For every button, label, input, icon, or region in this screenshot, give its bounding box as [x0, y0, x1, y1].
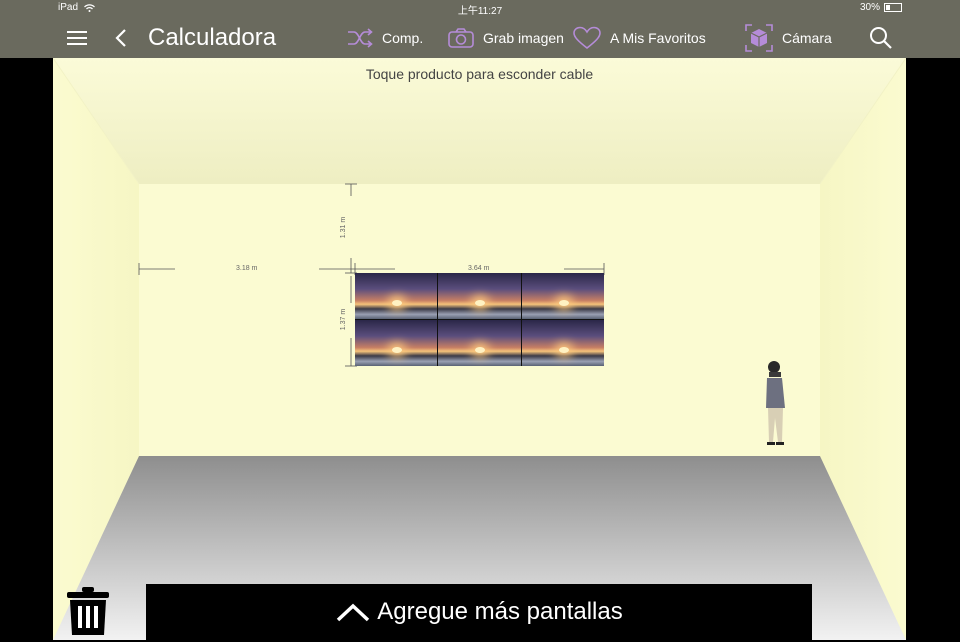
camera-ar-button[interactable]: Cámara	[744, 17, 832, 58]
camera-icon	[448, 27, 474, 48]
add-screens-label: Agregue más pantallas	[377, 598, 623, 625]
capture-button[interactable]: Grab imagen	[447, 17, 564, 58]
camera-label: Cámara	[782, 29, 832, 46]
display-panel[interactable]	[521, 273, 604, 319]
capture-label: Grab imagen	[483, 29, 564, 46]
compare-label: Comp.	[382, 29, 424, 46]
back-chevron-icon	[115, 28, 126, 47]
display-panel[interactable]	[438, 320, 521, 366]
heart-icon	[573, 26, 601, 49]
dim-top-height: 1.31 m	[340, 216, 348, 239]
dim-screen-height: 1.37 m	[340, 308, 348, 331]
status-bar: iPad 上午11:27 30%	[0, 0, 960, 17]
page-title: Calculadora	[148, 23, 277, 51]
dim-left-distance: 3.18 m	[236, 265, 258, 272]
dim-width: 3.64 m	[468, 265, 490, 272]
back-button[interactable]	[114, 17, 128, 58]
battery-percent: 30%	[859, 2, 880, 13]
trash-icon	[67, 587, 109, 635]
display-panel[interactable]	[521, 320, 604, 366]
search-button[interactable]	[868, 17, 894, 58]
display-panel[interactable]	[438, 273, 521, 319]
menu-icon	[67, 30, 87, 45]
compare-button[interactable]: Comp.	[346, 17, 423, 58]
favorites-label: A Mis Favoritos	[610, 29, 706, 46]
shuffle-icon	[348, 27, 373, 48]
status-time: 上午11:27	[457, 6, 503, 17]
add-screens-button[interactable]: Agregue más pantallas	[146, 584, 812, 640]
hint-text: Toque producto para esconder cable	[365, 66, 594, 82]
delete-button[interactable]	[64, 585, 112, 637]
favorites-button[interactable]: A Mis Favoritos	[572, 17, 706, 58]
chevron-up-icon	[337, 603, 370, 622]
display-panel[interactable]	[355, 320, 438, 366]
cube-camera-icon	[745, 23, 773, 52]
search-icon	[870, 26, 892, 49]
room-view[interactable]: Toque producto para esconder cable 3.18 …	[53, 58, 906, 640]
status-right: 30%	[860, 2, 902, 13]
battery-icon	[884, 3, 902, 12]
top-toolbar: Calculadora Comp. Grab imagen A Mis Favo…	[0, 17, 960, 58]
video-wall[interactable]	[355, 273, 604, 366]
display-panel[interactable]	[355, 273, 438, 319]
menu-button[interactable]	[66, 17, 88, 58]
